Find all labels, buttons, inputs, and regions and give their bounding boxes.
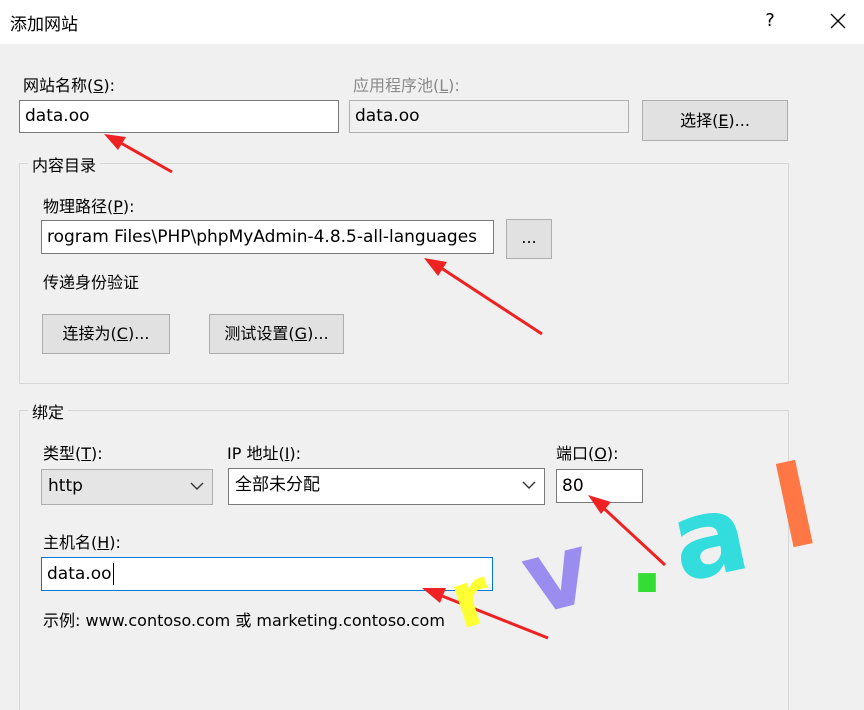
select-app-pool-button[interactable]: 选择(E)... xyxy=(642,100,788,141)
close-icon xyxy=(830,13,846,29)
host-name-label: 主机名(H): xyxy=(43,533,121,552)
ip-address-select[interactable]: 全部未分配 xyxy=(228,468,545,505)
type-label: 类型(T): xyxy=(43,444,103,463)
type-select[interactable]: http xyxy=(41,469,213,505)
connect-as-button[interactable]: 连接为(C)... xyxy=(42,314,170,354)
site-name-label: 网站名称(S): xyxy=(23,76,116,95)
window-title: 添加网站 xyxy=(10,15,78,35)
physical-path-input[interactable]: rogram Files\PHP\phpMyAdmin-4.8.5-all-la… xyxy=(41,220,494,254)
title-bar: 添加网站 ? xyxy=(0,0,864,44)
port-label: 端口(O): xyxy=(556,444,619,463)
browse-button[interactable]: ... xyxy=(506,219,552,259)
test-settings-button[interactable]: 测试设置(G)... xyxy=(209,314,344,354)
ip-address-label: IP 地址(I): xyxy=(227,444,302,463)
text-caret xyxy=(112,563,114,585)
binding-title: 绑定 xyxy=(28,399,69,423)
pass-through-auth-label: 传递身份验证 xyxy=(43,273,140,292)
host-name-example: 示例: www.contoso.com 或 marketing.contoso.… xyxy=(43,611,445,630)
physical-path-label: 物理路径(P): xyxy=(43,197,135,216)
chevron-down-icon xyxy=(190,482,204,490)
site-name-input[interactable]: data.oo xyxy=(19,100,339,133)
help-button[interactable]: ? xyxy=(756,6,784,36)
app-pool-label: 应用程序池(L): xyxy=(353,76,460,95)
chevron-down-icon xyxy=(522,481,536,489)
content-directory-title: 内容目录 xyxy=(28,152,101,176)
close-button[interactable] xyxy=(822,6,854,36)
port-input[interactable]: 80 xyxy=(556,469,643,503)
app-pool-field: data.oo xyxy=(349,100,629,133)
host-name-input[interactable]: data.oo xyxy=(41,557,493,591)
